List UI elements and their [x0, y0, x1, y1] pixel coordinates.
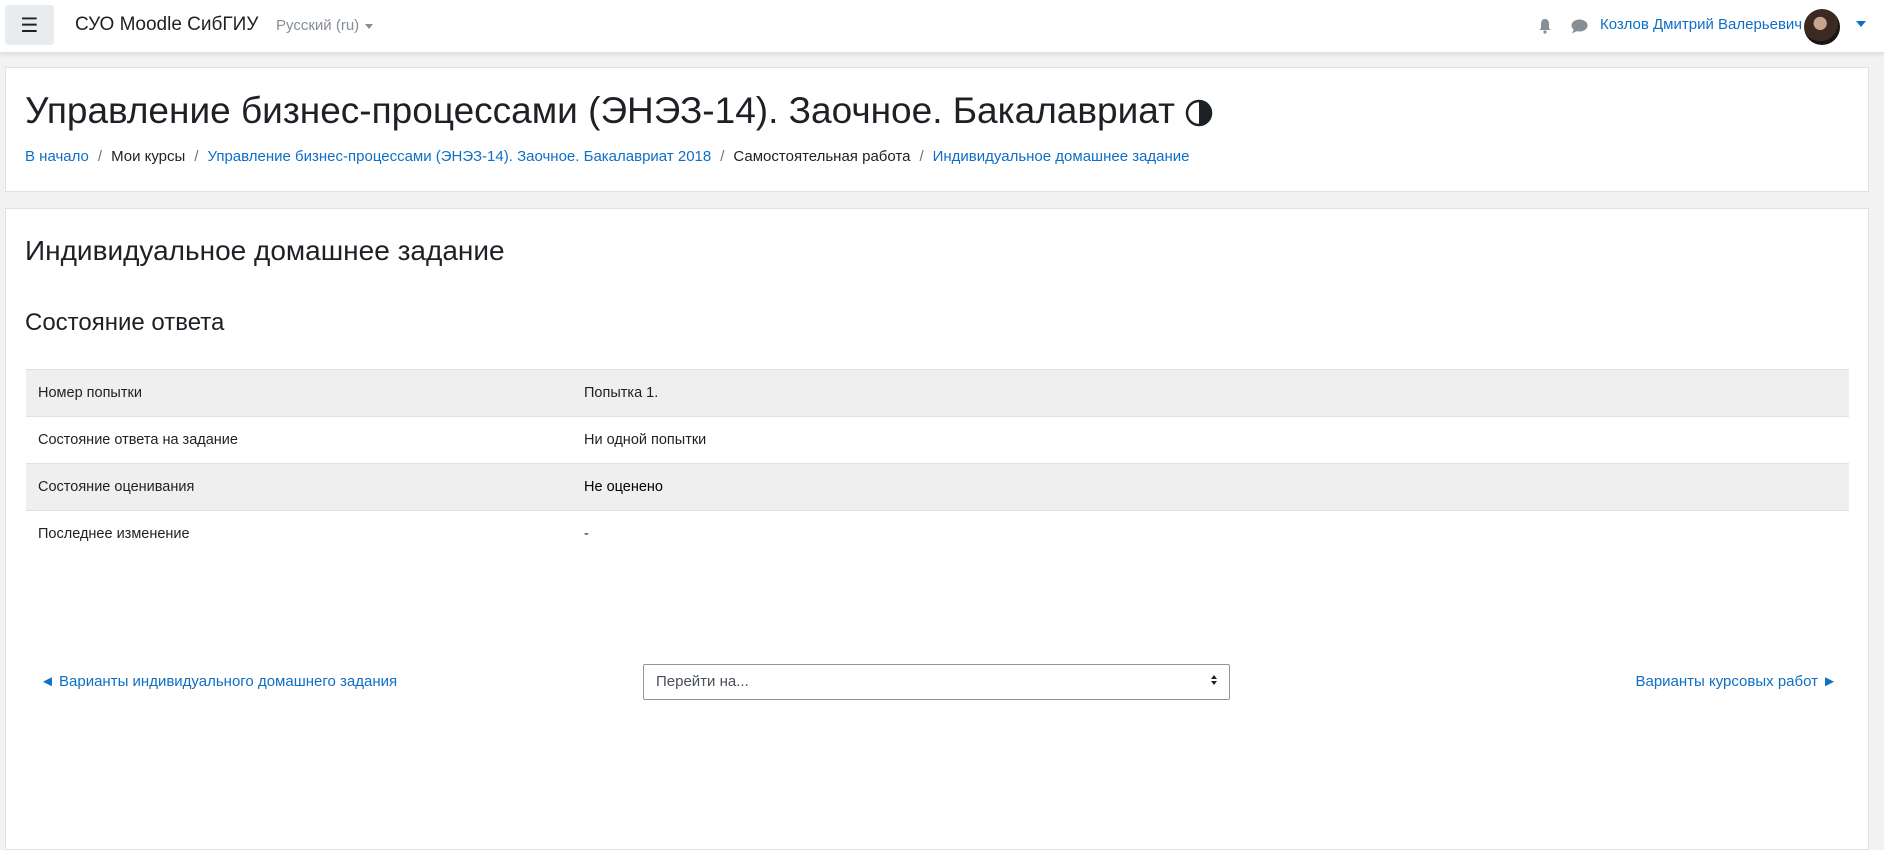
language-label: Русский (ru) [276, 17, 360, 34]
breadcrumb: В начало / Мои курсы / Управление бизнес-про… [25, 148, 1190, 165]
jump-to-select[interactable]: Перейти на... [643, 664, 1230, 700]
breadcrumb-course[interactable]: Управление бизнес-процессами (ЭНЭЗ-14). … [207, 148, 711, 165]
table-row: Состояние оценивания Не оценено [26, 463, 1849, 511]
hamburger-icon: ☰ [20, 14, 39, 37]
chat-icon[interactable] [1571, 19, 1588, 34]
jump-to-placeholder: Перейти на... [656, 673, 749, 690]
previous-activity-link[interactable]: ◄ Варианты индивидуального домашнего зад… [40, 673, 397, 690]
table-row: Последнее изменение - [26, 510, 1849, 558]
row-label: Состояние ответа на задание [38, 432, 238, 448]
site-name[interactable]: СУО Moodle СибГИУ [75, 14, 258, 36]
hamburger-menu-button[interactable]: ☰ [5, 5, 54, 45]
language-menu[interactable]: Русский (ru) [276, 17, 374, 34]
row-value: Ни одной попытки [584, 432, 707, 448]
user-menu-name[interactable]: Козлов Дмитрий Валерьевич [1600, 16, 1802, 33]
breadcrumb-home[interactable]: В начало [25, 148, 89, 165]
page-header: Управление бизнес-процессами (ЭНЭЗ-14). … [5, 67, 1869, 192]
breadcrumb-separator: / [919, 148, 924, 165]
row-label: Состояние оценивания [38, 479, 195, 495]
user-menu-chevron-icon[interactable] [1856, 21, 1866, 27]
breadcrumb-separator: / [720, 148, 725, 165]
row-label: Номер попытки [38, 385, 142, 401]
breadcrumb-section: Самостоятельная работа [733, 148, 911, 165]
table-row: Номер попытки Попытка 1. [26, 369, 1849, 417]
top-navbar: ☰ СУО Moodle СибГИУ Русский (ru) Козлов … [0, 0, 1884, 53]
chevron-down-icon [365, 23, 374, 29]
page-title: Индивидуальное домашнее задание [25, 235, 505, 266]
row-label: Последнее изменение [38, 526, 190, 543]
table-row: Состояние ответа на задание Ни одной поп… [26, 416, 1849, 464]
half-circle-icon [1185, 99, 1213, 127]
submission-status-table: Номер попытки Попытка 1. Состояние ответ… [26, 369, 1849, 558]
select-arrows-icon [1211, 675, 1217, 685]
breadcrumb-assignment[interactable]: Индивидуальное домашнее задание [933, 148, 1190, 165]
course-title: Управление бизнес-процессами (ЭНЭЗ-14). … [25, 90, 1213, 132]
main-content: Индивидуальное домашнее задание Состояни… [5, 208, 1869, 850]
row-value: Не оценено [584, 479, 663, 495]
row-value: Попытка 1. [584, 385, 659, 401]
row-value: - [584, 526, 589, 543]
course-title-text: Управление бизнес-процессами (ЭНЭЗ-14). … [25, 90, 1175, 131]
section-title: Состояние ответа [25, 309, 225, 336]
next-activity-link[interactable]: Варианты курсовых работ ► [1635, 673, 1837, 690]
bell-icon[interactable] [1537, 18, 1553, 34]
breadcrumb-separator: / [97, 148, 103, 165]
breadcrumb-my-courses: Мои курсы [111, 148, 186, 165]
avatar[interactable] [1804, 9, 1840, 45]
breadcrumb-separator: / [194, 148, 199, 165]
